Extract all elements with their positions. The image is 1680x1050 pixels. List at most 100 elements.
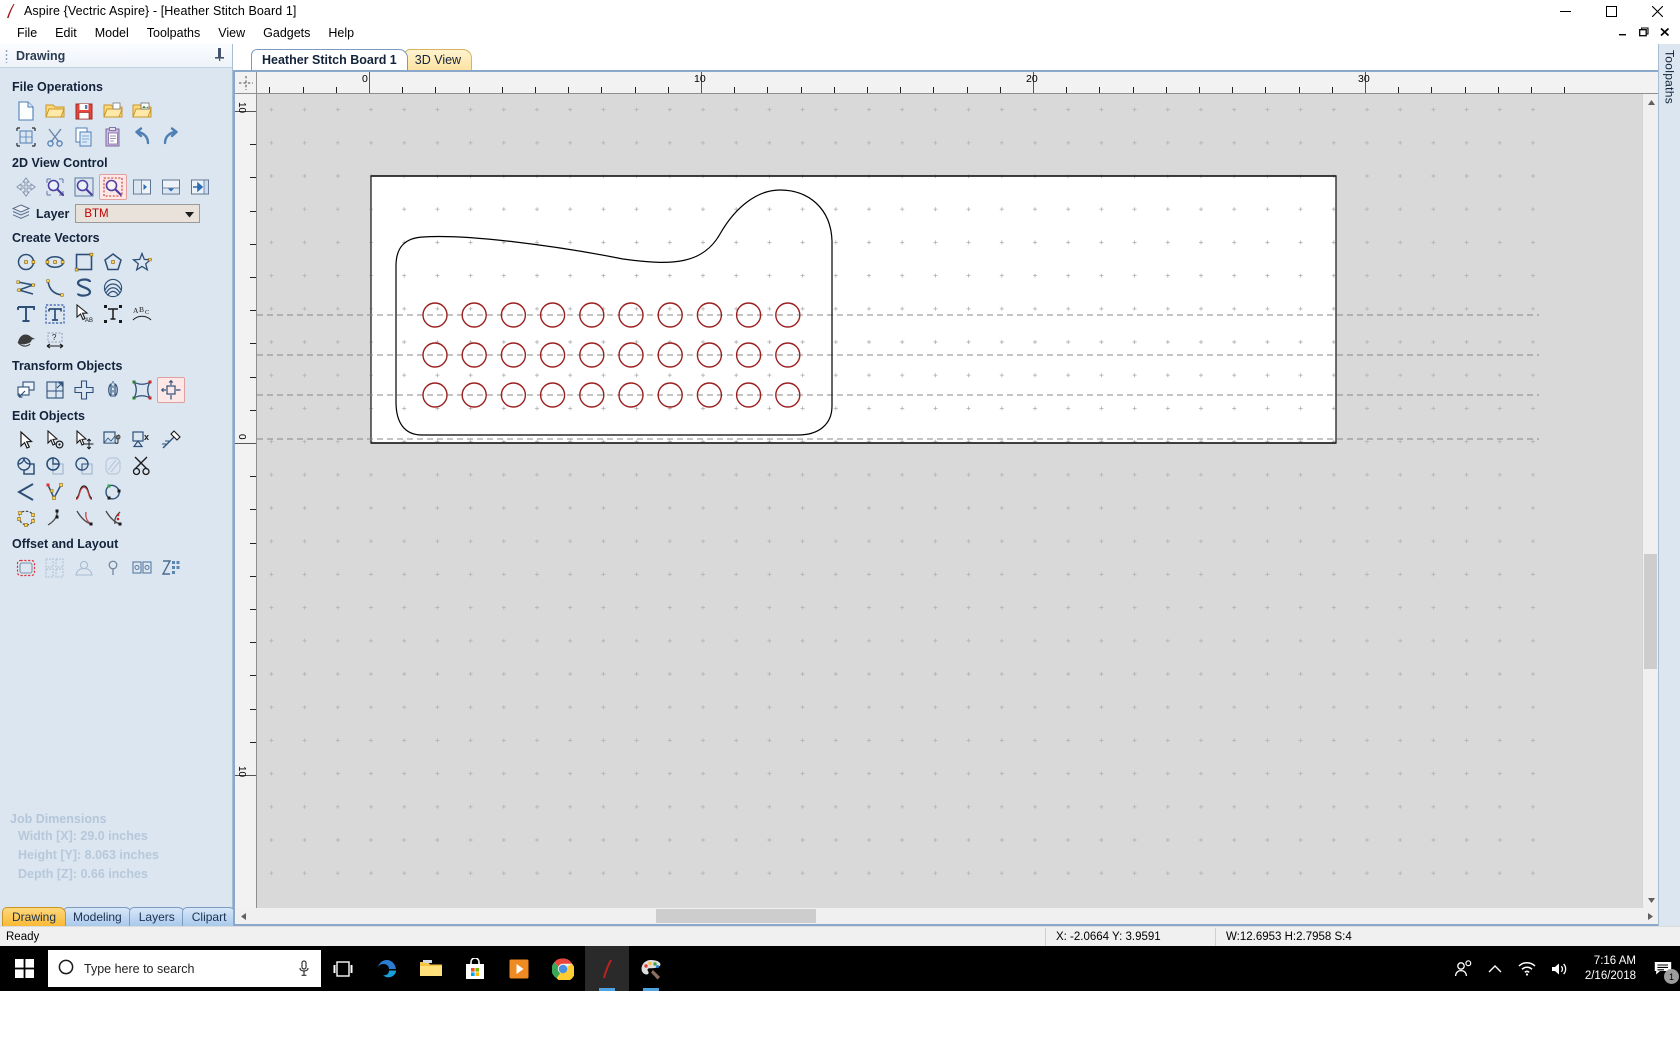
taskbar-clock[interactable]: 7:16 AM 2/16/2018: [1575, 954, 1646, 984]
toolpaths-side-tab[interactable]: Toolpaths: [1658, 44, 1680, 926]
menu-toolpaths[interactable]: Toolpaths: [138, 24, 210, 42]
dimension-tool-button[interactable]: ?: [41, 327, 69, 353]
horizontal-scroll-thumb[interactable]: [656, 909, 816, 923]
horizontal-scrollbar[interactable]: [235, 908, 1658, 924]
media-player-icon[interactable]: [497, 946, 541, 991]
array-copy-button[interactable]: [41, 555, 69, 581]
paste-button[interactable]: [99, 124, 127, 150]
menu-edit[interactable]: Edit: [46, 24, 86, 42]
menu-gadgets[interactable]: Gadgets: [254, 24, 319, 42]
zoom-interactive-button[interactable]: [41, 174, 69, 200]
draw-star-button[interactable]: [128, 249, 156, 275]
panel-grip-icon[interactable]: [5, 49, 8, 63]
scale-objects-button[interactable]: [41, 377, 69, 403]
show-hidden-icons-icon[interactable]: [1479, 946, 1511, 991]
layer-select[interactable]: BTM: [75, 204, 201, 223]
intersect-vectors-button[interactable]: [70, 453, 98, 479]
move-cursor-button[interactable]: [70, 427, 98, 453]
vertical-scroll-thumb[interactable]: [1644, 554, 1657, 669]
scroll-down-button[interactable]: [1643, 892, 1658, 908]
save-file-button[interactable]: [70, 98, 98, 124]
new-file-button[interactable]: [12, 98, 40, 124]
pan-view-button[interactable]: [12, 174, 40, 200]
scroll-up-button[interactable]: [1643, 94, 1658, 110]
toggle-toolpath-pane-button[interactable]: [186, 174, 214, 200]
move-objects-button[interactable]: [12, 377, 40, 403]
scroll-left-button[interactable]: [235, 908, 251, 924]
mdi-minimize-button[interactable]: [1618, 27, 1628, 40]
minimize-button[interactable]: [1542, 0, 1588, 22]
zoom-extents-button[interactable]: [70, 174, 98, 200]
insert-node-button[interactable]: [41, 505, 69, 531]
scroll-right-button[interactable]: [1642, 908, 1658, 924]
circular-copy-button[interactable]: [99, 555, 127, 581]
draw-ellipse-button[interactable]: [41, 249, 69, 275]
copy-button[interactable]: [70, 124, 98, 150]
node-edit-button[interactable]: [41, 427, 69, 453]
mdi-close-button[interactable]: [1660, 27, 1670, 40]
pin-icon[interactable]: [215, 48, 224, 64]
draw-curve-button[interactable]: [70, 275, 98, 301]
split-vector-button[interactable]: [99, 505, 127, 531]
node-edit-shape-button[interactable]: [12, 505, 40, 531]
toggle-bottom-pane-button[interactable]: [157, 174, 185, 200]
weld-vectors-button[interactable]: [12, 453, 40, 479]
text-on-curve-button[interactable]: [99, 301, 127, 327]
document-tab-heather-stitch-board-1[interactable]: Heather Stitch Board 1: [251, 49, 408, 70]
panel-tab-layers[interactable]: Layers: [128, 907, 185, 926]
drawing-canvas[interactable]: [257, 94, 1642, 908]
auto-layout-text-button[interactable]: AB: [70, 301, 98, 327]
toggle-left-pane-button[interactable]: [128, 174, 156, 200]
volume-speaker-icon[interactable]: [1543, 946, 1575, 991]
draw-spiral-button[interactable]: [99, 275, 127, 301]
redo-button[interactable]: [157, 124, 185, 150]
zoom-selection-button[interactable]: [99, 174, 127, 200]
job-setup-button[interactable]: [12, 124, 40, 150]
panel-tab-modeling[interactable]: Modeling: [63, 907, 132, 926]
block-copy-button[interactable]: [128, 555, 156, 581]
ungroup-objects-button[interactable]: x: [128, 427, 156, 453]
open-file-button[interactable]: [41, 98, 69, 124]
aspire-app-icon[interactable]: [585, 946, 629, 991]
windows-start-icon[interactable]: [0, 946, 48, 991]
join-vectors-button[interactable]: [12, 479, 40, 505]
search-input[interactable]: Type here to search: [48, 950, 321, 987]
trim-vectors-button[interactable]: [128, 453, 156, 479]
people-icon[interactable]: [1447, 946, 1479, 991]
fill-vectors-button[interactable]: [99, 453, 127, 479]
measure-tool-button[interactable]: [157, 427, 185, 453]
file-explorer-icon[interactable]: [409, 946, 453, 991]
text-along-curve-button[interactable]: ABC: [128, 301, 156, 327]
offset-vectors-button[interactable]: [12, 555, 40, 581]
texture-layout-button[interactable]: [157, 555, 185, 581]
task-view-icon[interactable]: [321, 946, 365, 991]
menu-model[interactable]: Model: [86, 24, 138, 42]
chevron-down-icon[interactable]: [183, 208, 196, 221]
vertical-scrollbar[interactable]: [1642, 94, 1658, 908]
align-objects-button[interactable]: [157, 377, 185, 403]
draw-arc-button[interactable]: [41, 275, 69, 301]
import-bitmap-button[interactable]: [128, 98, 156, 124]
panel-tab-drawing[interactable]: Drawing: [2, 907, 67, 926]
trace-bitmap-button[interactable]: [12, 327, 40, 353]
menu-file[interactable]: File: [8, 24, 46, 42]
edge-browser-icon[interactable]: [365, 946, 409, 991]
undo-button[interactable]: [128, 124, 156, 150]
mirror-objects-button[interactable]: [99, 377, 127, 403]
text-in-box-button[interactable]: [41, 301, 69, 327]
menu-view[interactable]: View: [209, 24, 254, 42]
action-center-icon[interactable]: 1: [1646, 946, 1680, 991]
distort-objects-button[interactable]: [128, 377, 156, 403]
vertical-ruler[interactable]: 10 0 10: [235, 94, 257, 908]
menu-help[interactable]: Help: [319, 24, 363, 42]
draw-circle-button[interactable]: [12, 249, 40, 275]
group-objects-button[interactable]: [99, 427, 127, 453]
maximize-button[interactable]: [1588, 0, 1634, 22]
create-text-button[interactable]: [12, 301, 40, 327]
mdi-restore-button[interactable]: [1639, 26, 1649, 40]
select-tool-button[interactable]: [12, 427, 40, 453]
close-vectors-button[interactable]: [99, 479, 127, 505]
draw-polyline-button[interactable]: [12, 275, 40, 301]
paint-app-icon[interactable]: [629, 946, 673, 991]
panel-tab-clipart[interactable]: Clipart: [181, 907, 237, 926]
